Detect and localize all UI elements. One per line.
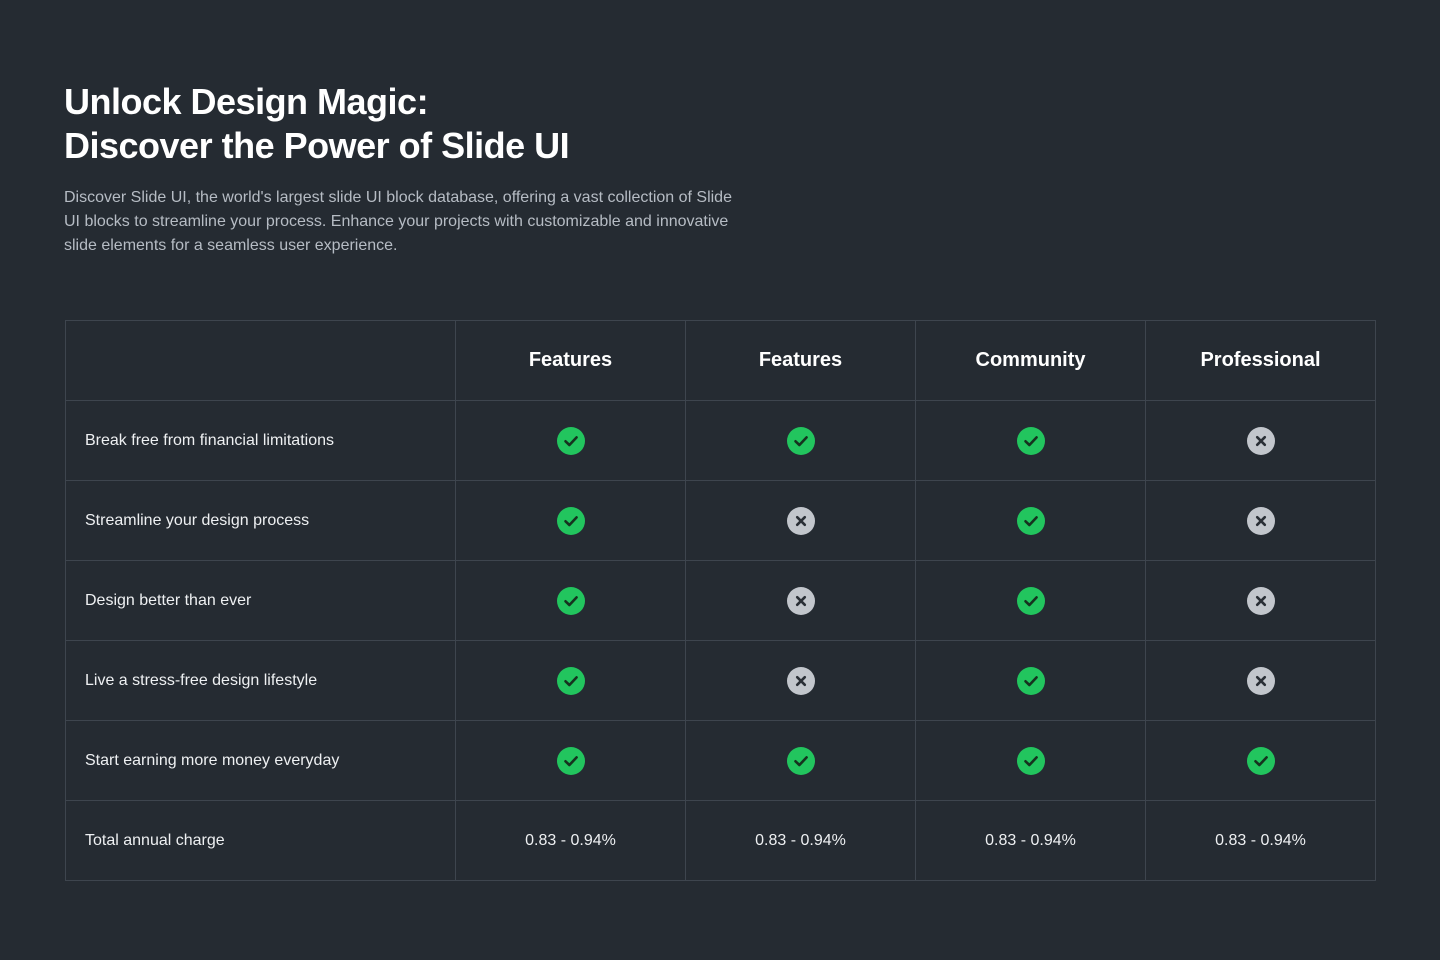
column-header: Features: [455, 320, 686, 401]
table-body: Break free from financial limitations St…: [65, 400, 1376, 881]
feature-cell: [915, 640, 1146, 721]
feature-cell: [1145, 560, 1376, 641]
check-icon: [1016, 586, 1045, 615]
column-header: Professional: [1145, 320, 1376, 401]
page-description: Discover Slide UI, the world's largest s…: [64, 189, 732, 254]
check-icon: [1246, 746, 1275, 775]
hero-section: Unlock Design Magic: Discover the Power …: [64, 80, 764, 258]
feature-cell: [455, 720, 686, 801]
feature-cell: [685, 720, 916, 801]
table-row: Streamline your design process: [65, 480, 1376, 561]
feature-cell: [455, 400, 686, 481]
feature-cell: [915, 400, 1146, 481]
check-icon: [1016, 746, 1045, 775]
total-value: 0.83 - 0.94%: [915, 800, 1146, 881]
check-icon: [786, 426, 815, 455]
column-header: Community: [915, 320, 1146, 401]
total-value: 0.83 - 0.94%: [685, 800, 916, 881]
feature-cell: [915, 480, 1146, 561]
comparison-table: Features Features Community Professional…: [65, 320, 1376, 881]
feature-cell: [455, 560, 686, 641]
check-icon: [556, 506, 585, 535]
feature-cell: [685, 560, 916, 641]
total-value: 0.83 - 0.94%: [1145, 800, 1376, 881]
feature-cell: [915, 560, 1146, 641]
cross-icon: [786, 506, 815, 535]
cross-icon: [786, 666, 815, 695]
row-label: Streamline your design process: [65, 480, 456, 561]
total-value: 0.83 - 0.94%: [455, 800, 686, 881]
check-icon: [1016, 666, 1045, 695]
feature-cell: [455, 640, 686, 721]
feature-cell: [1145, 480, 1376, 561]
check-icon: [556, 666, 585, 695]
check-icon: [556, 426, 585, 455]
page-title-line-1: Unlock Design Magic:: [64, 81, 429, 122]
cross-icon: [786, 586, 815, 615]
total-label: Total annual charge: [65, 800, 456, 881]
table-row: Live a stress-free design lifestyle: [65, 640, 1376, 721]
row-label: Break free from financial limitations: [65, 400, 456, 481]
feature-cell: [685, 480, 916, 561]
row-label: Design better than ever: [65, 560, 456, 641]
row-label: Live a stress-free design lifestyle: [65, 640, 456, 721]
check-icon: [1016, 426, 1045, 455]
table-row: Break free from financial limitations: [65, 400, 1376, 481]
cross-icon: [1246, 666, 1275, 695]
page-title-line-2: Discover the Power of Slide UI: [64, 125, 570, 166]
cross-icon: [1246, 506, 1275, 535]
feature-cell: [455, 480, 686, 561]
check-icon: [556, 586, 585, 615]
cross-icon: [1246, 426, 1275, 455]
table-row: Design better than ever: [65, 560, 1376, 641]
check-icon: [556, 746, 585, 775]
check-icon: [786, 746, 815, 775]
column-header: Features: [685, 320, 916, 401]
page-title: Unlock Design Magic: Discover the Power …: [64, 80, 764, 168]
header-empty-cell: [65, 320, 456, 401]
table-row: Start earning more money everyday: [65, 720, 1376, 801]
comparison-table-container: Features Features Community Professional…: [65, 320, 1376, 881]
feature-cell: [685, 400, 916, 481]
cross-icon: [1246, 586, 1275, 615]
total-row: Total annual charge 0.83 - 0.94% 0.83 - …: [65, 800, 1376, 881]
table-header-row: Features Features Community Professional: [65, 320, 1376, 401]
check-icon: [1016, 506, 1045, 535]
feature-cell: [1145, 400, 1376, 481]
row-label: Start earning more money everyday: [65, 720, 456, 801]
feature-cell: [1145, 640, 1376, 721]
feature-cell: [685, 640, 916, 721]
feature-cell: [915, 720, 1146, 801]
feature-cell: [1145, 720, 1376, 801]
